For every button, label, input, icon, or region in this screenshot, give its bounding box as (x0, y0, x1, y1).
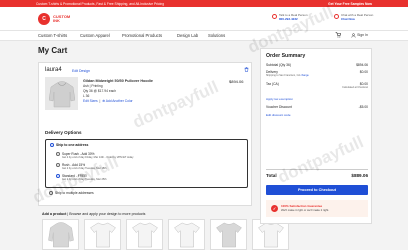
logo[interactable]: C CUSTOM INK (38, 12, 78, 26)
add-product-bold: Add a product (42, 212, 67, 216)
add-product-heading: Add a product | Browse and apply your de… (42, 212, 145, 216)
phone-number[interactable]: 800-293-4232 (279, 17, 308, 21)
delivery-location: Shipping to San Francisco, CA (266, 74, 300, 77)
ship-one-address-label: Ship to one address (56, 143, 89, 147)
user-icon (351, 32, 356, 38)
product-print: Printing (91, 84, 103, 88)
product-image[interactable] (45, 77, 78, 110)
voucher-row: Voucher Discount -$5.00 (266, 105, 368, 109)
delivery-value: $0.00 (359, 70, 368, 74)
tax-label: Tax (CA) (266, 82, 279, 86)
hoodie-image (48, 80, 75, 107)
hoodie-image (47, 222, 74, 248)
rush-eta: Get it by end of day Tuesday, Mar 18th (62, 167, 107, 171)
radio-icon[interactable] (56, 152, 60, 157)
summary-divider (266, 169, 368, 170)
proceed-to-checkout-button[interactable]: Proceed to Checkout (266, 185, 368, 195)
subtotal-row: Subtotal (Qty 36) $894.06 (266, 63, 368, 67)
order-summary-title: Order Summary (266, 53, 306, 59)
product-color: Ash (83, 84, 89, 88)
total-value: $889.06 (351, 173, 368, 178)
standard-eta: Get it by end of day Tuesday, Mar 25th (62, 178, 107, 182)
add-color-link[interactable]: ⊕ Add Another Color (102, 99, 132, 103)
voucher-value: -$5.00 (358, 105, 368, 109)
nav-design-lab[interactable]: Design Lab (177, 33, 198, 38)
chat-contact[interactable]: Chat with a Real Person Chat Now (334, 13, 373, 21)
tshirt-image (257, 222, 284, 248)
nav-custom-tshirts[interactable]: Custom T-shirts (38, 33, 67, 38)
edit-sizes-link[interactable]: Edit Sizes (83, 99, 98, 103)
delivery-row: Delivery Shipping to San Francisco, CA c… (266, 70, 368, 77)
chat-icon (334, 14, 339, 19)
page-title: My Cart (38, 46, 68, 55)
logo-line-2: INK (53, 18, 60, 23)
tax-note: Calculated at Checkout (342, 86, 368, 89)
total-row: Total $889.06 (266, 173, 368, 178)
subtotal-label: Subtotal (Qty 36) (266, 63, 291, 67)
promo-text: Custom T-shirts & Promotional Products, … (36, 1, 165, 6)
radio-icon[interactable] (49, 191, 53, 196)
radio-icon[interactable] (50, 143, 54, 148)
tshirt-image (215, 222, 242, 248)
voucher-label: Voucher Discount (266, 105, 292, 109)
site-header: C CUSTOM INK Talk to a Real Person 800-2… (0, 7, 408, 31)
product-suggestions (42, 219, 292, 250)
tshirt-image (173, 222, 200, 248)
ship-one-address-box[interactable]: Ship to one address Super Rush - Add 30%… (45, 139, 248, 188)
tax-row: Tax (CA) $0.00 Calculated at Checkout (266, 82, 368, 89)
super-rush-eta: Get it by end of day Friday, Mar 14th - … (62, 156, 134, 160)
nav-solutions[interactable]: Solutions (208, 33, 225, 38)
subtotal-value: $894.06 (356, 63, 368, 67)
suggested-product[interactable] (42, 219, 79, 250)
sign-in-link[interactable]: Sign In (351, 32, 368, 38)
nav-custom-apparel[interactable]: Custom Apparel (80, 33, 110, 38)
suggested-product[interactable] (126, 219, 163, 250)
standard-option[interactable]: Standard - FREE! Get it by end of day Tu… (56, 174, 107, 182)
sign-in-label: Sign In (357, 33, 368, 37)
product-info: Gildan Midweight 50/50 Pullover Hoodie A… (83, 79, 153, 104)
logo-text: CUSTOM INK (53, 15, 70, 23)
super-rush-option[interactable]: Super Rush - Add 30% Get it by end of da… (56, 152, 133, 160)
ship-one-address-option[interactable]: Ship to one address (50, 143, 89, 148)
order-summary: Order Summary Subtotal (Qty 36) $894.06 … (260, 48, 372, 224)
add-color-label: Add Another Color (105, 99, 133, 103)
delivery-title: Delivery Options (45, 130, 82, 135)
cart-icon[interactable] (335, 32, 342, 38)
tax-exemption-link[interactable]: Apply tax exemption (266, 97, 293, 101)
satisfaction-guarantee: ✓ 100% Satisfaction Guarantee We'll make… (266, 200, 368, 217)
add-product-text: | Browse and apply your design to more p… (66, 212, 146, 216)
tshirt-image (131, 222, 158, 248)
edit-design-link[interactable]: Edit Design (72, 69, 90, 73)
radio-icon[interactable] (56, 174, 60, 179)
discount-code-link[interactable]: Edit discount code (266, 113, 291, 117)
suggested-product[interactable] (210, 219, 247, 250)
nav-icons: Sign In (335, 32, 368, 38)
suggested-product[interactable] (168, 219, 205, 250)
total-label: Total (266, 173, 277, 178)
main-nav: Custom T-shirts Custom Apparel Promotion… (0, 31, 408, 41)
product-actions: Edit Sizes | ⊕ Add Another Color (83, 99, 133, 103)
phone-icon (272, 14, 277, 19)
tshirt-image (89, 222, 116, 248)
nav-promotional-products[interactable]: Promotional Products (122, 33, 162, 38)
delivery-note: Shipping to San Francisco, CA change (266, 74, 309, 77)
design-name: laura4 (45, 67, 62, 73)
phone-contact[interactable]: Talk to a Real Person 800-293-4232 (272, 13, 308, 21)
trash-icon[interactable] (244, 67, 249, 74)
logo-mark: C (38, 13, 50, 25)
ship-multiple-option[interactable]: Ship to multiple addresses (49, 191, 94, 196)
change-location-link[interactable]: change (301, 74, 309, 77)
ship-multiple-label: Ship to multiple addresses (55, 191, 94, 195)
radio-icon[interactable] (56, 163, 60, 168)
item-price: $894.06 (229, 79, 244, 84)
promo-bar: Custom T-shirts & Promotional Products, … (0, 0, 408, 7)
chat-now-link[interactable]: Chat Now (341, 17, 373, 21)
guarantee-icon: ✓ (271, 205, 278, 212)
cart-item-card: laura4 Edit Design Gildan Midweight 50/5… (38, 62, 252, 206)
guarantee-text: We'll make it right or we'll make it rig… (281, 207, 330, 212)
free-samples-link[interactable]: Get Your Free Samples Now (328, 2, 372, 6)
suggested-product[interactable] (84, 219, 121, 250)
rush-option[interactable]: Rush - Add 15% Get it by end of day Tues… (56, 163, 107, 171)
